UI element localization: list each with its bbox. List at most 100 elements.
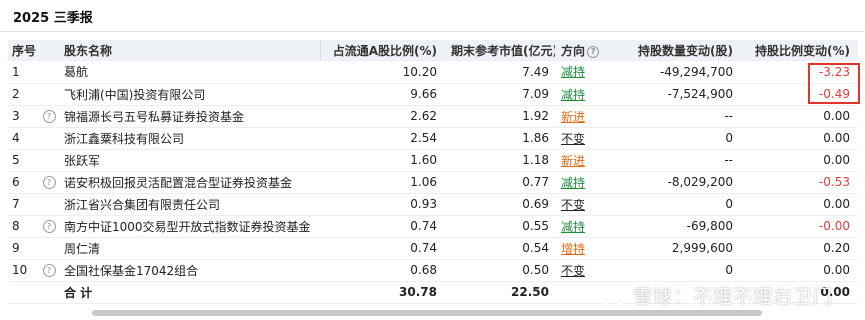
help-icon[interactable]: ?: [42, 110, 56, 123]
cell-ratio: 9.66: [410, 87, 437, 101]
cell-direction: 减持: [555, 215, 615, 237]
header-ratio[interactable]: 占流通A股比例(%): [319, 40, 445, 61]
cell-help: ?: [38, 259, 60, 281]
help-icon[interactable]: ?: [42, 264, 56, 277]
cell-help: [38, 149, 60, 171]
cell-ratio: 10.20: [402, 64, 437, 79]
cell-share-change: --: [724, 153, 733, 167]
title-divider: [0, 31, 865, 32]
cell-name[interactable]: 浙江省兴合集团有限责任公司: [60, 193, 320, 215]
header-share-change[interactable]: 持股数量变动(股): [615, 40, 743, 61]
table-row[interactable]: 5 张跃军 1.60 1.18 新进 -- 0.00: [8, 149, 858, 171]
table-row[interactable]: 8? 南方中证1000交易型开放式指数证券投资基金 0.74 0.55 减持 -69,80…: [8, 215, 858, 237]
cell-share-change: 2,999,600: [671, 241, 733, 255]
cell-help: [38, 237, 60, 259]
cell-ratio: 1.06: [410, 175, 437, 189]
direction-link[interactable]: 新进: [561, 110, 585, 124]
cell-total-spacer: [38, 281, 60, 303]
cell-direction: 不变: [555, 259, 615, 281]
cell-share-change: 0: [725, 131, 733, 145]
cell-name[interactable]: 飞利浦(中国)投资有限公司: [60, 83, 320, 105]
cell-direction: 不变: [555, 193, 615, 215]
horizontal-scrollbar[interactable]: [92, 310, 762, 316]
direction-link[interactable]: 不变: [561, 132, 585, 146]
direction-link[interactable]: 增持: [561, 242, 585, 256]
watermark: 雪球：不理不理右卫门: [600, 282, 833, 309]
header-market-value[interactable]: 期末参考市值(亿元): [445, 40, 555, 61]
cell-idx: 9: [12, 241, 20, 255]
table-row[interactable]: 9 周仁清 0.74 0.54 增持 2,999,600 0.20: [8, 237, 858, 259]
help-icon[interactable]: ?: [42, 176, 56, 189]
direction-link[interactable]: 不变: [561, 264, 585, 278]
cell-market-value: 0.54: [522, 241, 549, 255]
table-row[interactable]: 7 浙江省兴合集团有限责任公司 0.93 0.69 不变 0 0.00: [8, 193, 858, 215]
cell-idx: 4: [12, 131, 20, 145]
table-row[interactable]: 2 飞利浦(中国)投资有限公司 9.66 7.09 减持 -7,524,900 -0.49: [8, 83, 858, 105]
cell-name[interactable]: 周仁清: [60, 237, 320, 259]
cell-market-value: 0.55: [522, 219, 549, 233]
cell-ratio: 2.54: [410, 131, 437, 145]
cell-market-value: 0.50: [522, 263, 549, 277]
cell-name[interactable]: 诺安积极回报灵活配置混合型证券投资基金: [60, 171, 320, 193]
cell-idx: 2: [12, 87, 20, 101]
direction-link[interactable]: 减持: [561, 88, 585, 102]
cell-ratio-change: 0.00: [823, 153, 850, 167]
cell-share-change: -8,029,200: [667, 175, 733, 189]
help-icon[interactable]: ?: [587, 45, 600, 58]
cell-help: ?: [38, 171, 60, 193]
cell-help: [38, 83, 60, 105]
cell-name[interactable]: 张跃军: [60, 149, 320, 171]
cell-ratio: 0.74: [410, 219, 437, 233]
header-ratio-change[interactable]: 持股比例变动(%): [743, 40, 858, 61]
cell-help: ?: [38, 105, 60, 127]
cell-total-spacer: [8, 281, 38, 303]
direction-link[interactable]: 减持: [561, 176, 585, 190]
table-header-row: 序号 股东名称 占流通A股比例(%) 期末参考市值(亿元) 方向? 持股数量变动…: [8, 40, 858, 61]
cell-ratio-change: 0.00: [823, 263, 850, 277]
total-market-value: 22.50: [511, 285, 549, 299]
table-row[interactable]: 6? 诺安积极回报灵活配置混合型证券投资基金 1.06 0.77 减持 -8,029,20…: [8, 171, 858, 193]
cell-ratio: 1.60: [410, 153, 437, 167]
direction-link[interactable]: 新进: [561, 154, 585, 168]
table-row[interactable]: 1 葛航 10.20 7.49 减持 -49,294,700 -3.23: [8, 61, 858, 83]
cell-share-change: --: [724, 109, 733, 123]
direction-link[interactable]: 不变: [561, 198, 585, 212]
cell-ratio: 0.68: [410, 263, 437, 277]
cell-market-value: 7.49: [522, 64, 549, 79]
cell-direction: 增持: [555, 237, 615, 259]
cell-ratio-change: 0.20: [823, 241, 850, 255]
cell-ratio-change: -0.53: [818, 175, 850, 189]
cell-market-value: 1.86: [522, 131, 549, 145]
table-row[interactable]: 3? 锦福源长弓五号私募证券投资基金 2.62 1.92 新进 -- 0.00: [8, 105, 858, 127]
cell-ratio-change: 0.00: [823, 197, 850, 211]
cell-name[interactable]: 浙江鑫粟科技有限公司: [60, 127, 320, 149]
cell-name[interactable]: 葛航: [60, 61, 320, 83]
table-row[interactable]: 4 浙江鑫粟科技有限公司 2.54 1.86 不变 0 0.00: [8, 127, 858, 149]
shareholder-table: 序号 股东名称 占流通A股比例(%) 期末参考市值(亿元) 方向? 持股数量变动…: [8, 40, 858, 304]
cell-market-value: 1.92: [522, 109, 549, 123]
total-label: 合 计: [64, 285, 93, 300]
table-row[interactable]: 10? 全国社保基金17042组合 0.68 0.50 不变 0 0.00: [8, 259, 858, 281]
header-name: 股东名称: [60, 40, 320, 61]
cell-help: [38, 193, 60, 215]
cell-idx: 1: [12, 64, 20, 79]
cell-idx: 3: [12, 109, 20, 123]
table-body: 1 葛航 10.20 7.49 减持 -49,294,700 -3.23 2 飞利浦(中国)投资…: [8, 61, 858, 303]
cell-name[interactable]: 南方中证1000交易型开放式指数证券投资基金: [60, 215, 320, 237]
cell-ratio: 2.62: [410, 109, 437, 123]
total-ratio: 30.78: [399, 285, 437, 299]
cell-ratio: 0.74: [410, 241, 437, 255]
cell-share-change: -49,294,700: [659, 64, 733, 79]
section-title: 2025 三季报: [13, 11, 93, 26]
cell-share-change: -69,800: [686, 219, 733, 233]
cell-direction: 新进: [555, 105, 615, 127]
header-idx: 序号: [8, 40, 38, 61]
cell-ratio-change: -0.00: [818, 219, 850, 233]
help-icon[interactable]: ?: [42, 220, 56, 233]
cell-name[interactable]: 锦福源长弓五号私募证券投资基金: [60, 105, 320, 127]
section-header: 2025 三季报: [0, 0, 865, 32]
direction-link[interactable]: 减持: [561, 220, 585, 234]
cell-name[interactable]: 全国社保基金17042组合: [60, 259, 320, 281]
direction-link[interactable]: 减持: [561, 65, 585, 79]
highlight-box: [808, 63, 860, 104]
